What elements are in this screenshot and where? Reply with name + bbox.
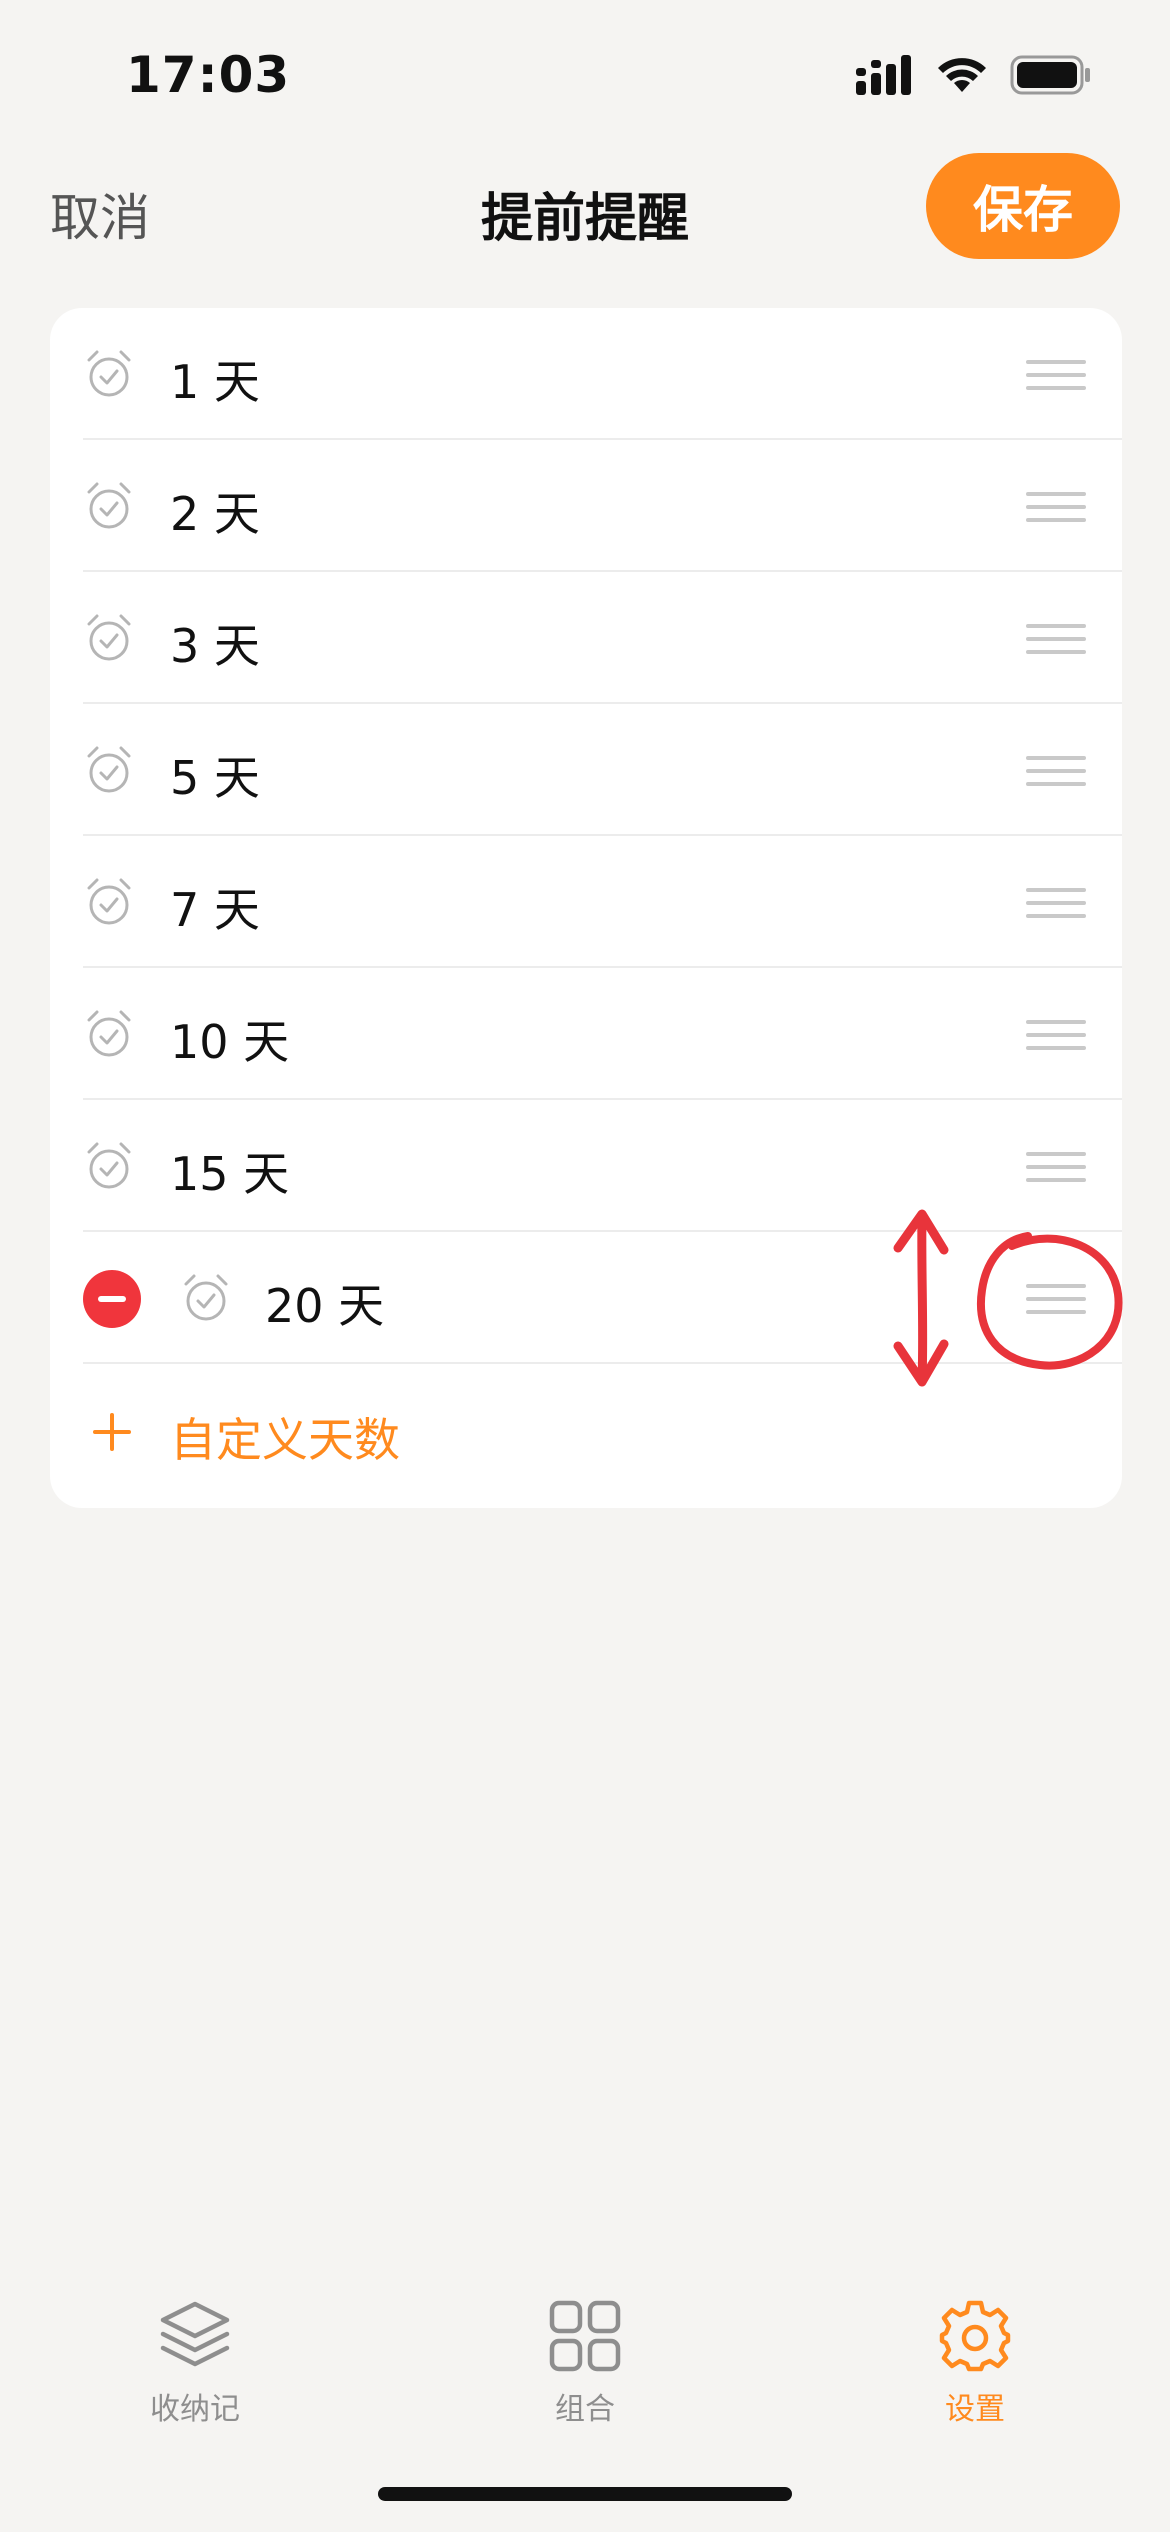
drag-handle-icon[interactable] (1026, 1284, 1086, 1314)
cellular-signal-icon (856, 55, 911, 95)
reminder-label: 10 天 (170, 1015, 290, 1069)
alarm-clock-icon (87, 878, 131, 925)
reminder-row-deletable[interactable]: 20 天 (50, 1232, 1122, 1364)
alarm-clock-icon (184, 1274, 228, 1321)
add-custom-days-label: 自定义天数 (170, 1413, 400, 1467)
reminder-row[interactable]: 3 天 (50, 572, 1122, 704)
reminder-row[interactable]: 15 天 (50, 1100, 1122, 1232)
alarm-clock-icon (87, 350, 131, 397)
reminder-row[interactable]: 10 天 (50, 968, 1122, 1100)
alarm-clock-icon (87, 1142, 131, 1189)
tab-label: 收纳记 (150, 2392, 240, 2427)
stack-icon (160, 2301, 230, 2367)
drag-handle-icon[interactable] (1026, 756, 1086, 786)
tab-label: 设置 (945, 2392, 1005, 2427)
wifi-icon (938, 58, 986, 92)
home-indicator[interactable] (378, 2487, 792, 2501)
minus-icon (98, 1296, 126, 1302)
reminder-label: 15 天 (170, 1147, 290, 1201)
drag-handle-icon[interactable] (1026, 492, 1086, 522)
tab-storage[interactable]: 收纳记 (75, 2280, 315, 2428)
status-bar: 17:03 (0, 0, 1170, 150)
alarm-clock-icon (87, 746, 131, 793)
drag-handle-icon[interactable] (1026, 360, 1086, 390)
reminder-label: 3 天 (170, 619, 260, 673)
drag-handle-icon[interactable] (1026, 1152, 1086, 1182)
reminder-row[interactable]: 7 天 (50, 836, 1122, 968)
alarm-clock-icon (87, 1010, 131, 1057)
save-button[interactable]: 保存 (926, 153, 1120, 259)
drag-handle-icon[interactable] (1026, 624, 1086, 654)
reminder-label: 2 天 (170, 487, 260, 541)
delete-minus-button[interactable] (83, 1270, 141, 1328)
gear-icon (939, 2300, 1011, 2372)
status-icons (856, 55, 1092, 95)
tab-bar: 收纳记 组合 设置 (0, 2280, 1170, 2460)
drag-handle-icon[interactable] (1026, 1020, 1086, 1050)
reminder-label: 5 天 (170, 751, 260, 805)
grid-icon (549, 2300, 621, 2372)
reminder-label: 1 天 (170, 355, 260, 409)
tab-settings[interactable]: 设置 (855, 2280, 1095, 2428)
plus-icon (93, 1413, 131, 1451)
navigation-bar: 取消 提前提醒 保存 (0, 150, 1170, 270)
add-custom-days-button[interactable]: 自定义天数 (50, 1364, 1122, 1508)
reminder-row[interactable]: 5 天 (50, 704, 1122, 836)
reminder-list: 1 天 2 天 3 天 5 天 7 天 10 天 15 天 20 天 自定义天数 (50, 308, 1122, 1508)
reminder-row[interactable]: 1 天 (50, 308, 1122, 440)
reminder-label: 20 天 (265, 1279, 385, 1333)
tab-label: 组合 (555, 2392, 615, 2427)
reminder-label: 7 天 (170, 883, 260, 937)
drag-handle-icon[interactable] (1026, 888, 1086, 918)
battery-icon (1010, 55, 1090, 95)
alarm-clock-icon (87, 614, 131, 661)
status-time: 17:03 (126, 46, 291, 104)
reminder-row[interactable]: 2 天 (50, 440, 1122, 572)
alarm-clock-icon (87, 482, 131, 529)
tab-combination[interactable]: 组合 (465, 2280, 705, 2428)
